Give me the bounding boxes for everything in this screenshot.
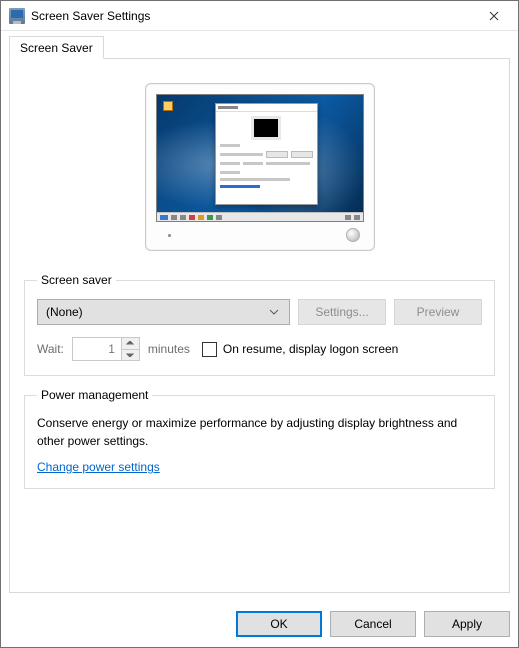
settings-button[interactable]: Settings... xyxy=(298,299,386,325)
wait-label: Wait: xyxy=(37,342,64,356)
close-button[interactable] xyxy=(471,1,516,30)
screensaver-select[interactable]: (None) xyxy=(37,299,290,325)
wait-units: minutes xyxy=(148,342,190,356)
chevron-up-icon xyxy=(126,341,134,345)
ok-button[interactable]: OK xyxy=(236,611,322,637)
chevron-down-icon xyxy=(126,353,134,357)
resume-checkbox-wrap[interactable]: On resume, display logon screen xyxy=(202,342,398,357)
app-icon xyxy=(9,8,25,24)
monitor-base xyxy=(156,222,364,242)
screensaver-legend: Screen saver xyxy=(37,273,116,287)
tab-panel: Screen saver (None) Settings... Preview … xyxy=(9,59,510,593)
tab-screen-saver[interactable]: Screen Saver xyxy=(9,36,104,59)
power-group: Power management Conserve energy or maxi… xyxy=(24,388,495,489)
change-power-settings-link[interactable]: Change power settings xyxy=(37,460,160,474)
mini-taskbar xyxy=(157,212,363,221)
window-title: Screen Saver Settings xyxy=(31,9,471,23)
mini-dialog xyxy=(215,103,318,205)
dialog-buttons: OK Cancel Apply xyxy=(1,601,518,647)
monitor-graphic xyxy=(145,83,375,251)
wait-input[interactable] xyxy=(73,338,121,360)
power-text: Conserve energy or maximize performance … xyxy=(37,414,482,450)
wait-spinner[interactable] xyxy=(72,337,140,361)
monitor-knob-icon xyxy=(346,228,360,242)
wait-down-button[interactable] xyxy=(122,350,139,361)
power-legend: Power management xyxy=(37,388,152,402)
wait-up-button[interactable] xyxy=(122,338,139,350)
screensaver-preview xyxy=(24,73,495,273)
client-area: Screen Saver xyxy=(1,31,518,601)
chevron-down-icon xyxy=(265,309,283,315)
apply-button[interactable]: Apply xyxy=(424,611,510,637)
preview-button[interactable]: Preview xyxy=(394,299,482,325)
resume-checkbox-label: On resume, display logon screen xyxy=(223,342,398,356)
resume-checkbox[interactable] xyxy=(202,342,217,357)
screensaver-group: Screen saver (None) Settings... Preview … xyxy=(24,273,495,376)
cancel-button[interactable]: Cancel xyxy=(330,611,416,637)
monitor-screen xyxy=(156,94,364,222)
desktop-icon xyxy=(163,101,173,111)
screensaver-select-value: (None) xyxy=(46,305,265,319)
close-icon xyxy=(489,11,499,21)
tabstrip: Screen Saver xyxy=(9,35,510,59)
titlebar: Screen Saver Settings xyxy=(1,1,518,31)
